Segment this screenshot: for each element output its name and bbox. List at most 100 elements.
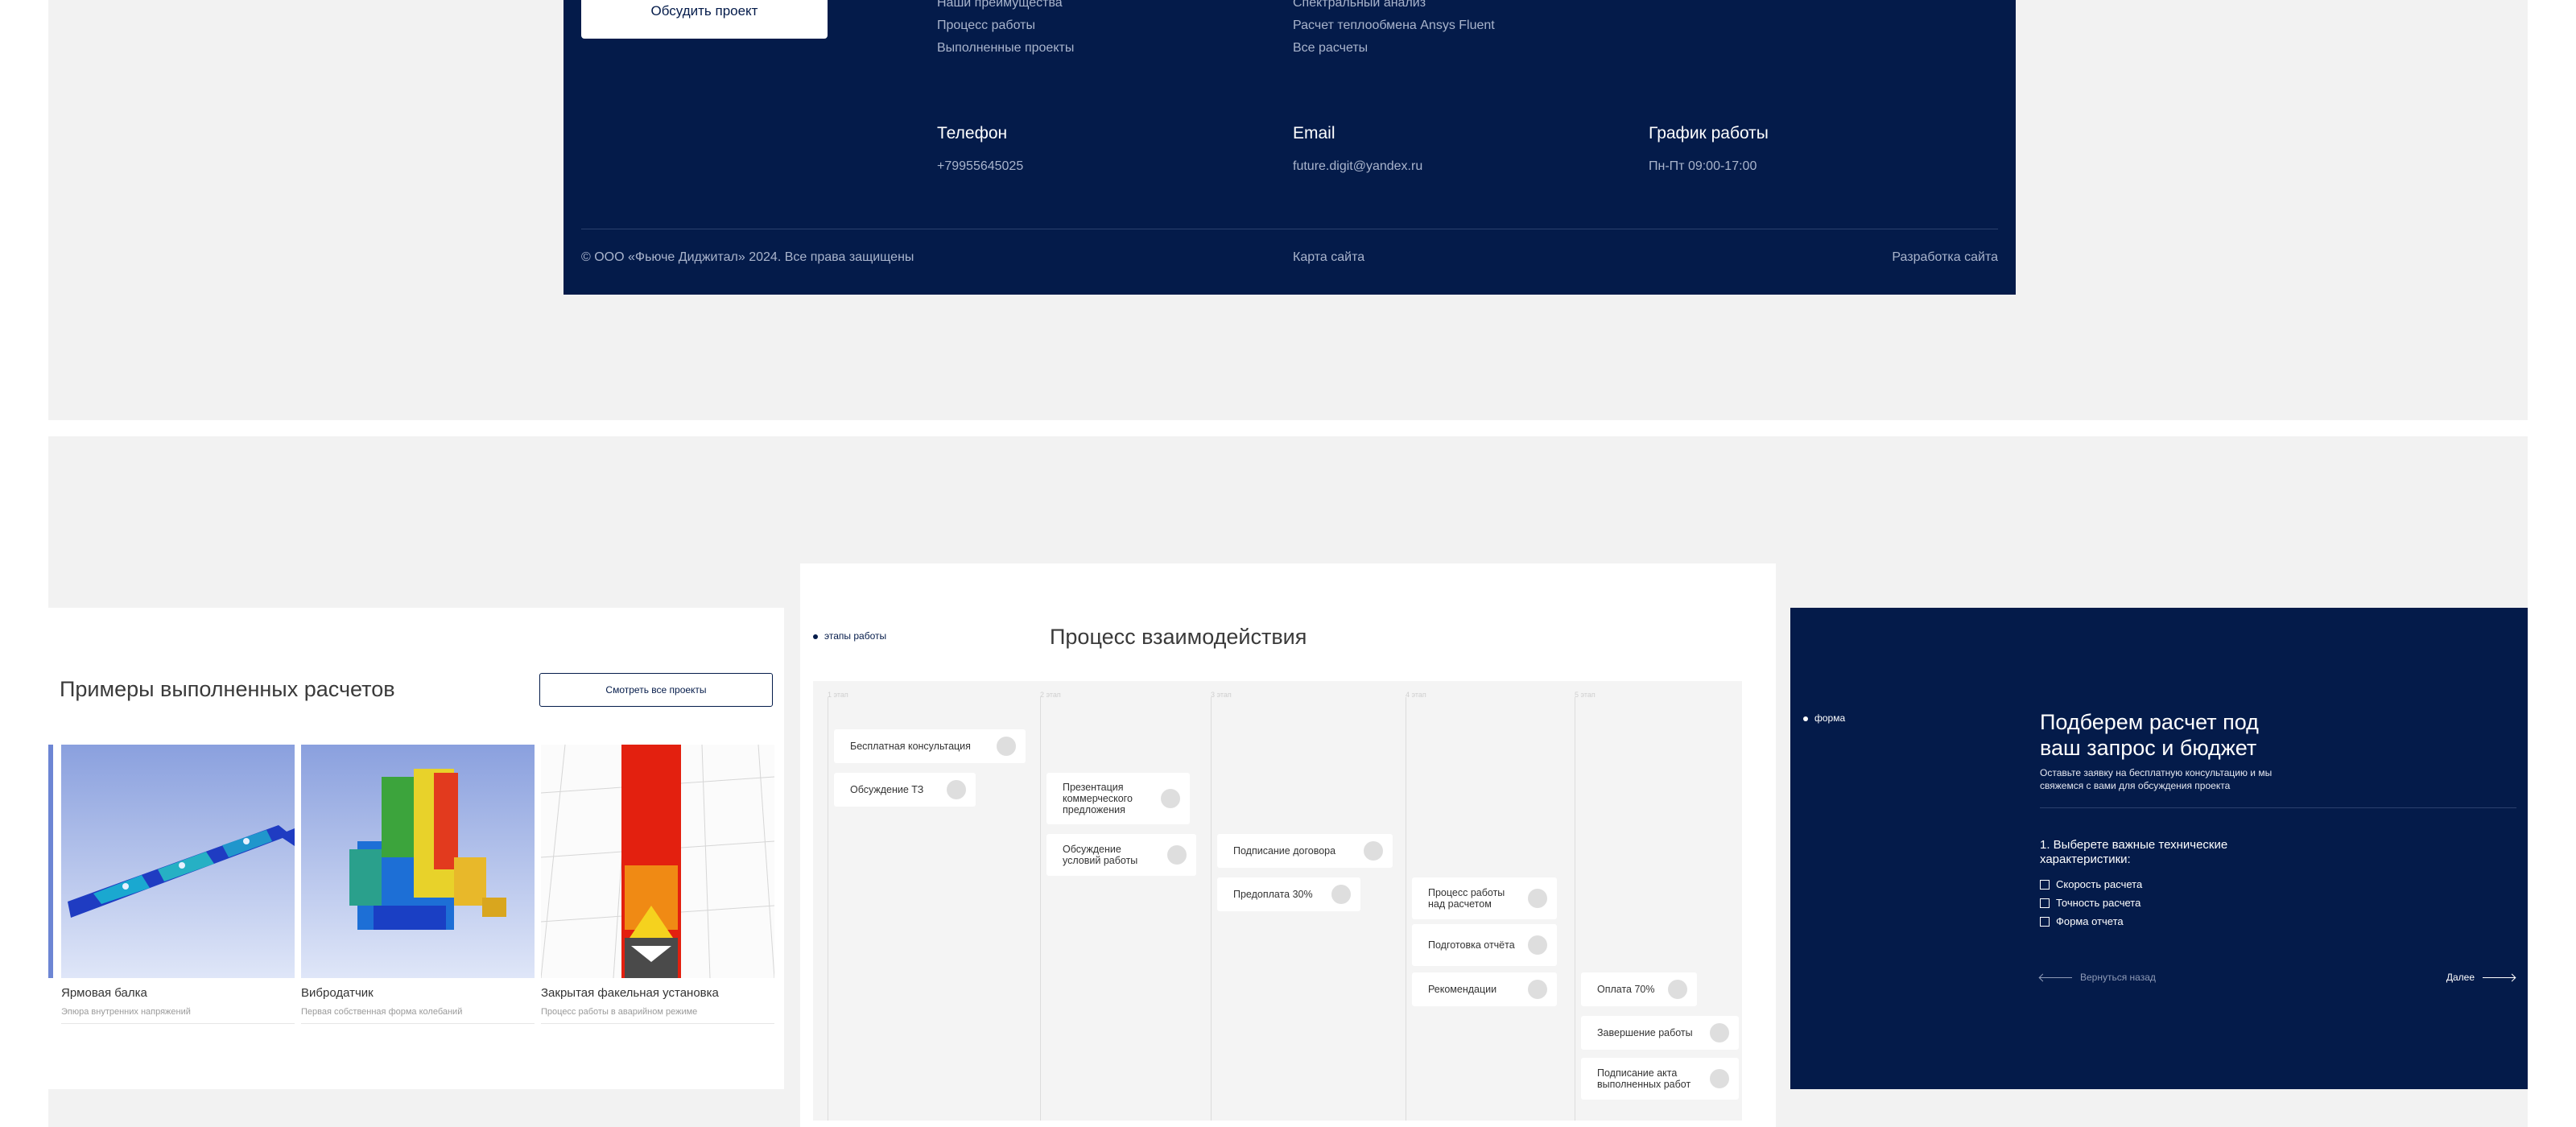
footer-link-advantages[interactable]: Наши преимущества <box>937 0 1074 14</box>
step-card[interactable]: Подписание договора <box>1217 834 1393 868</box>
stage-label: 3 этап <box>1211 691 1232 699</box>
back-button[interactable]: Вернуться назад <box>2038 972 2156 983</box>
next-button[interactable]: Далее <box>2446 972 2516 983</box>
project-name-sensor[interactable]: Вибродатчик <box>301 986 374 1000</box>
stage-line <box>1040 697 1041 1121</box>
phone-value[interactable]: +79955645025 <box>937 159 1023 174</box>
phone-heading: Телефон <box>937 124 1008 142</box>
step-number-badge <box>1710 1069 1729 1088</box>
footer-link-projects[interactable]: Выполненные проекты <box>937 37 1074 60</box>
footer-nav: Наши преимущества Процесс работы Выполне… <box>937 0 1074 60</box>
tag-dot-icon <box>813 634 818 639</box>
step-number-badge <box>1528 935 1547 955</box>
project-image-beam[interactable] <box>61 745 295 978</box>
step-card[interactable]: Подготовка отчёта <box>1412 924 1557 966</box>
back-label: Вернуться назад <box>2080 972 2156 983</box>
project-image-flare[interactable] <box>541 745 774 978</box>
arrow-right-icon <box>2483 973 2516 981</box>
step-number-badge <box>1331 885 1351 904</box>
step-label: Процесс работы над расчетом <box>1428 887 1505 910</box>
site-footer: Обсудить проект Наши преимущества Процес… <box>564 0 2016 295</box>
projects-title: Примеры выполненных расчетов <box>60 677 395 701</box>
form-divider <box>2040 807 2516 808</box>
next-label: Далее <box>2446 972 2475 983</box>
stage-label: 1 этап <box>828 691 848 699</box>
footer-link-heat[interactable]: Расчет теплообмена Ansys Fluent <box>1293 14 1495 37</box>
dev-link[interactable]: Разработка сайта <box>1892 250 1998 265</box>
step-card[interactable]: Обсуждение условий работы <box>1046 834 1196 876</box>
schedule-heading: График работы <box>1649 124 1769 142</box>
stage-label: 2 этап <box>1040 691 1061 699</box>
form-subtitle: Оставьте заявку на бесплатную консультац… <box>2040 767 2273 791</box>
view-all-projects-button[interactable]: Смотреть все проекты <box>539 673 773 707</box>
step-label: Рекомендации <box>1428 984 1497 995</box>
form-tag: форма <box>1814 712 1846 724</box>
option-label: Форма отчета <box>2056 915 2124 927</box>
step-card[interactable]: Презентация коммерческого предложения <box>1046 773 1190 824</box>
step-label: Предоплата 30% <box>1233 889 1313 900</box>
footer-services: Спектральный анализ Расчет теплообмена A… <box>1293 0 1495 60</box>
option-report[interactable]: Форма отчета <box>2040 915 2124 927</box>
footer-link-spectral[interactable]: Спектральный анализ <box>1293 0 1495 14</box>
project-divider <box>541 1023 774 1024</box>
step-card[interactable]: Бесплатная консультация <box>834 729 1026 763</box>
project-image-vibration-sensor[interactable] <box>301 745 535 978</box>
checkbox[interactable] <box>2040 916 2050 927</box>
step-number-badge <box>1364 841 1383 861</box>
step-number-badge <box>1161 789 1180 808</box>
step-label: Бесплатная консультация <box>850 741 971 752</box>
project-desc-flare: Процесс работы в аварийном режиме <box>541 1007 698 1017</box>
footer-link-process[interactable]: Процесс работы <box>937 14 1074 37</box>
step-number-badge <box>1528 889 1547 908</box>
beam-render <box>68 825 295 918</box>
schedule-value: Пн-Пт 09:00-17:00 <box>1649 159 1757 173</box>
discuss-project-button[interactable]: Обсудить проект <box>581 0 828 39</box>
option-accuracy[interactable]: Точность расчета <box>2040 897 2140 909</box>
option-label: Точность расчета <box>2056 897 2141 909</box>
form-title: Подберем расчет под ваш запрос и бюджет <box>2040 710 2259 760</box>
project-desc-beam: Эпюра внутренних напряжений <box>61 1007 191 1017</box>
prev-project-edge <box>48 745 53 978</box>
stage-label: 5 этап <box>1575 691 1596 699</box>
projects-card: Примеры выполненных расчетов Смотреть вс… <box>48 608 784 1089</box>
step-card[interactable]: Подписание акта выполненных работ <box>1581 1058 1739 1100</box>
form-question: 1. Выберете важные технические характери… <box>2040 838 2228 866</box>
stage-line <box>1211 697 1212 1121</box>
arrow-left-icon <box>2038 973 2072 981</box>
tag-dot-icon <box>1803 716 1808 721</box>
step-card[interactable]: Завершение работы <box>1581 1016 1739 1050</box>
step-number-badge <box>997 737 1016 756</box>
process-board: 1 этап 2 этап 3 этап 4 этап 5 этап Беспл… <box>813 681 1742 1121</box>
step-number-badge <box>1710 1023 1729 1042</box>
project-name-flare[interactable]: Закрытая факельная установка <box>541 986 719 1000</box>
process-card: этапы работы Процесс взаимодействия 1 эт… <box>800 564 1776 1127</box>
option-speed[interactable]: Скорость расчета <box>2040 878 2142 890</box>
step-label: Подготовка отчёта <box>1428 939 1515 951</box>
step-label: Обсуждение ТЗ <box>850 784 924 795</box>
process-title: Процесс взаимодействия <box>1050 625 1307 649</box>
email-value[interactable]: future.digit@yandex.ru <box>1293 159 1422 174</box>
sitemap-link[interactable]: Карта сайта <box>1293 250 1364 265</box>
step-card[interactable]: Рекомендации <box>1412 972 1557 1006</box>
step-label: Презентация коммерческого предложения <box>1063 782 1133 815</box>
project-divider <box>61 1023 295 1024</box>
step-card[interactable]: Обсуждение ТЗ <box>834 773 976 807</box>
stage-label: 4 этап <box>1406 691 1426 699</box>
checkbox[interactable] <box>2040 879 2050 890</box>
step-number-badge <box>1167 845 1187 865</box>
step-card[interactable]: Процесс работы над расчетом <box>1412 877 1557 919</box>
step-label: Подписание акта выполненных работ <box>1597 1067 1691 1090</box>
process-tag: этапы работы <box>824 630 887 642</box>
step-label: Подписание договора <box>1233 845 1336 857</box>
step-number-badge <box>1668 980 1687 999</box>
email-heading: Email <box>1293 124 1335 142</box>
checkbox[interactable] <box>2040 898 2050 908</box>
footer-link-all-calcs[interactable]: Все расчеты <box>1293 37 1495 60</box>
step-card[interactable]: Оплата 70% <box>1581 972 1697 1006</box>
option-label: Скорость расчета <box>2056 878 2143 890</box>
request-form-card: форма Подберем расчет под ваш запрос и б… <box>1790 608 2528 1089</box>
step-label: Завершение работы <box>1597 1027 1693 1038</box>
step-card[interactable]: Предоплата 30% <box>1217 877 1360 911</box>
step-label: Оплата 70% <box>1597 984 1655 995</box>
project-name-beam[interactable]: Ярмовая балка <box>61 986 147 1000</box>
